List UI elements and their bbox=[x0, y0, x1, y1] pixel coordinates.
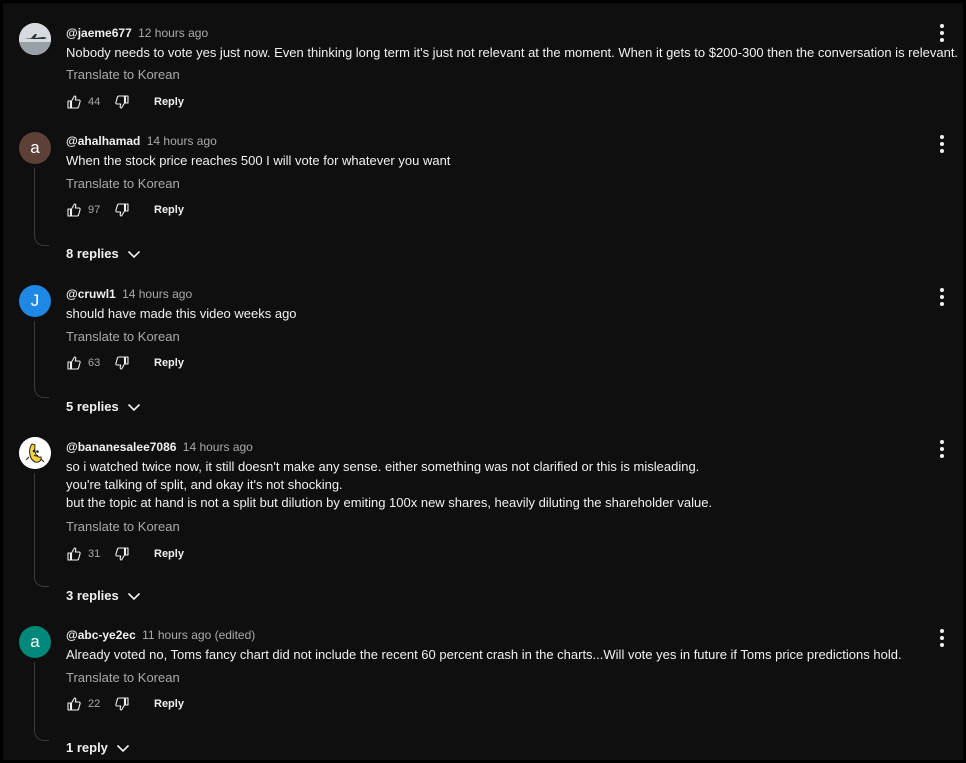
comment-header: @bananesalee7086 14 hours ago bbox=[66, 439, 253, 455]
view-replies-button[interactable]: 3 replies bbox=[66, 588, 141, 603]
translate-link[interactable]: Translate to Korean bbox=[66, 519, 180, 534]
chevron-down-icon bbox=[127, 250, 140, 258]
thumbs-down-icon[interactable] bbox=[114, 94, 130, 110]
translate-link[interactable]: Translate to Korean bbox=[66, 176, 180, 191]
comment-text-line: should have made this video weeks ago bbox=[66, 306, 297, 321]
like-count: 31 bbox=[88, 548, 101, 560]
view-replies-button[interactable]: 8 replies bbox=[66, 246, 141, 261]
comment-author[interactable]: @abc-ye2ec bbox=[66, 628, 136, 642]
thumbs-down-icon[interactable] bbox=[114, 696, 130, 712]
comment-time[interactable]: 11 hours ago (edited) bbox=[142, 628, 255, 642]
comment-text: Already voted no, Toms fancy chart did n… bbox=[66, 646, 902, 664]
comment-actions: 22 Reply bbox=[66, 694, 184, 714]
view-replies-button[interactable]: 5 replies bbox=[66, 399, 141, 414]
thumbs-down-icon[interactable] bbox=[114, 546, 130, 562]
thumbs-up-icon[interactable] bbox=[66, 546, 82, 562]
comment-text-line: Already voted no, Toms fancy chart did n… bbox=[66, 647, 902, 662]
comment-time[interactable]: 14 hours ago bbox=[122, 287, 192, 301]
more-options-icon[interactable] bbox=[936, 629, 948, 647]
comment-text: so i watched twice now, it still doesn't… bbox=[66, 458, 712, 512]
reply-button[interactable]: Reply bbox=[154, 357, 184, 369]
banana-character-icon bbox=[19, 437, 51, 469]
replies-count: 3 replies bbox=[66, 588, 119, 603]
avatar[interactable] bbox=[19, 23, 51, 55]
chevron-down-icon bbox=[127, 403, 140, 411]
comment-time[interactable]: 14 hours ago bbox=[183, 440, 253, 454]
like-count: 63 bbox=[88, 357, 101, 369]
comment-text: When the stock price reaches 500 I will … bbox=[66, 152, 450, 170]
comment-actions: 31 Reply bbox=[66, 544, 184, 564]
comment-actions: 63 Reply bbox=[66, 353, 184, 373]
translate-link[interactable]: Translate to Korean bbox=[66, 329, 180, 344]
like-count: 44 bbox=[88, 96, 101, 108]
replies-count: 5 replies bbox=[66, 399, 119, 414]
reply-button[interactable]: Reply bbox=[154, 698, 184, 710]
avatar[interactable]: J bbox=[19, 285, 51, 317]
comment-text-line: but the topic at hand is not a split but… bbox=[66, 495, 713, 510]
thread-line bbox=[34, 473, 49, 587]
reply-button[interactable]: Reply bbox=[154, 548, 184, 560]
reply-button[interactable]: Reply bbox=[154, 204, 184, 216]
comment-header: @ahalhamad 14 hours ago bbox=[66, 133, 217, 149]
comment-actions: 44 Reply bbox=[66, 92, 184, 112]
more-options-icon[interactable] bbox=[936, 440, 948, 458]
thread-line bbox=[34, 168, 49, 246]
airplane-photo-icon bbox=[19, 23, 51, 55]
comment-author[interactable]: @jaeme677 bbox=[66, 26, 132, 40]
like-count: 22 bbox=[88, 698, 101, 710]
comment-header: @abc-ye2ec 11 hours ago (edited) bbox=[66, 627, 255, 643]
comment-text: should have made this video weeks ago bbox=[66, 305, 297, 323]
thumbs-up-icon[interactable] bbox=[66, 94, 82, 110]
reply-button[interactable]: Reply bbox=[154, 96, 184, 108]
thumbs-up-icon[interactable] bbox=[66, 355, 82, 371]
comment-author[interactable]: @bananesalee7086 bbox=[66, 440, 176, 454]
more-options-icon[interactable] bbox=[936, 135, 948, 153]
comment-text-line: Nobody needs to vote yes just now. Even … bbox=[66, 45, 959, 60]
thread-line bbox=[34, 321, 49, 398]
comment-author[interactable]: @ahalhamad bbox=[66, 134, 140, 148]
avatar-letter: a bbox=[30, 138, 40, 157]
avatar[interactable]: a bbox=[19, 132, 51, 164]
comment-header: @cruwl1 14 hours ago bbox=[66, 286, 192, 302]
comments-panel: @jaeme677 12 hours ago Nobody needs to v… bbox=[3, 3, 963, 760]
comment-text-line: so i watched twice now, it still doesn't… bbox=[66, 459, 700, 474]
view-replies-button[interactable]: 1 reply bbox=[66, 740, 130, 755]
comment-text-line: you're talking of split, and okay it's n… bbox=[66, 477, 343, 492]
translate-link[interactable]: Translate to Korean bbox=[66, 67, 180, 82]
thumbs-down-icon[interactable] bbox=[114, 355, 130, 371]
translate-link[interactable]: Translate to Korean bbox=[66, 670, 180, 685]
replies-count: 1 reply bbox=[66, 740, 108, 755]
avatar-letter: a bbox=[30, 632, 40, 651]
thumbs-up-icon[interactable] bbox=[66, 202, 82, 218]
comment-author[interactable]: @cruwl1 bbox=[66, 287, 116, 301]
like-count: 97 bbox=[88, 204, 101, 216]
avatar-letter: J bbox=[30, 291, 40, 310]
avatar[interactable]: a bbox=[19, 626, 51, 658]
chevron-down-icon bbox=[116, 744, 129, 752]
more-options-icon[interactable] bbox=[936, 288, 948, 306]
avatar[interactable] bbox=[19, 437, 51, 469]
comment-time[interactable]: 12 hours ago bbox=[138, 26, 208, 40]
thumbs-up-icon[interactable] bbox=[66, 696, 82, 712]
comment-time[interactable]: 14 hours ago bbox=[147, 134, 217, 148]
chevron-down-icon bbox=[127, 592, 140, 600]
comment-actions: 97 Reply bbox=[66, 200, 184, 220]
comment-header: @jaeme677 12 hours ago bbox=[66, 25, 208, 41]
thumbs-down-icon[interactable] bbox=[114, 202, 130, 218]
comment-text: Nobody needs to vote yes just now. Even … bbox=[66, 44, 958, 62]
comment-text-line: When the stock price reaches 500 I will … bbox=[66, 153, 451, 168]
replies-count: 8 replies bbox=[66, 246, 119, 261]
thread-line bbox=[34, 662, 49, 741]
more-options-icon[interactable] bbox=[936, 24, 948, 42]
